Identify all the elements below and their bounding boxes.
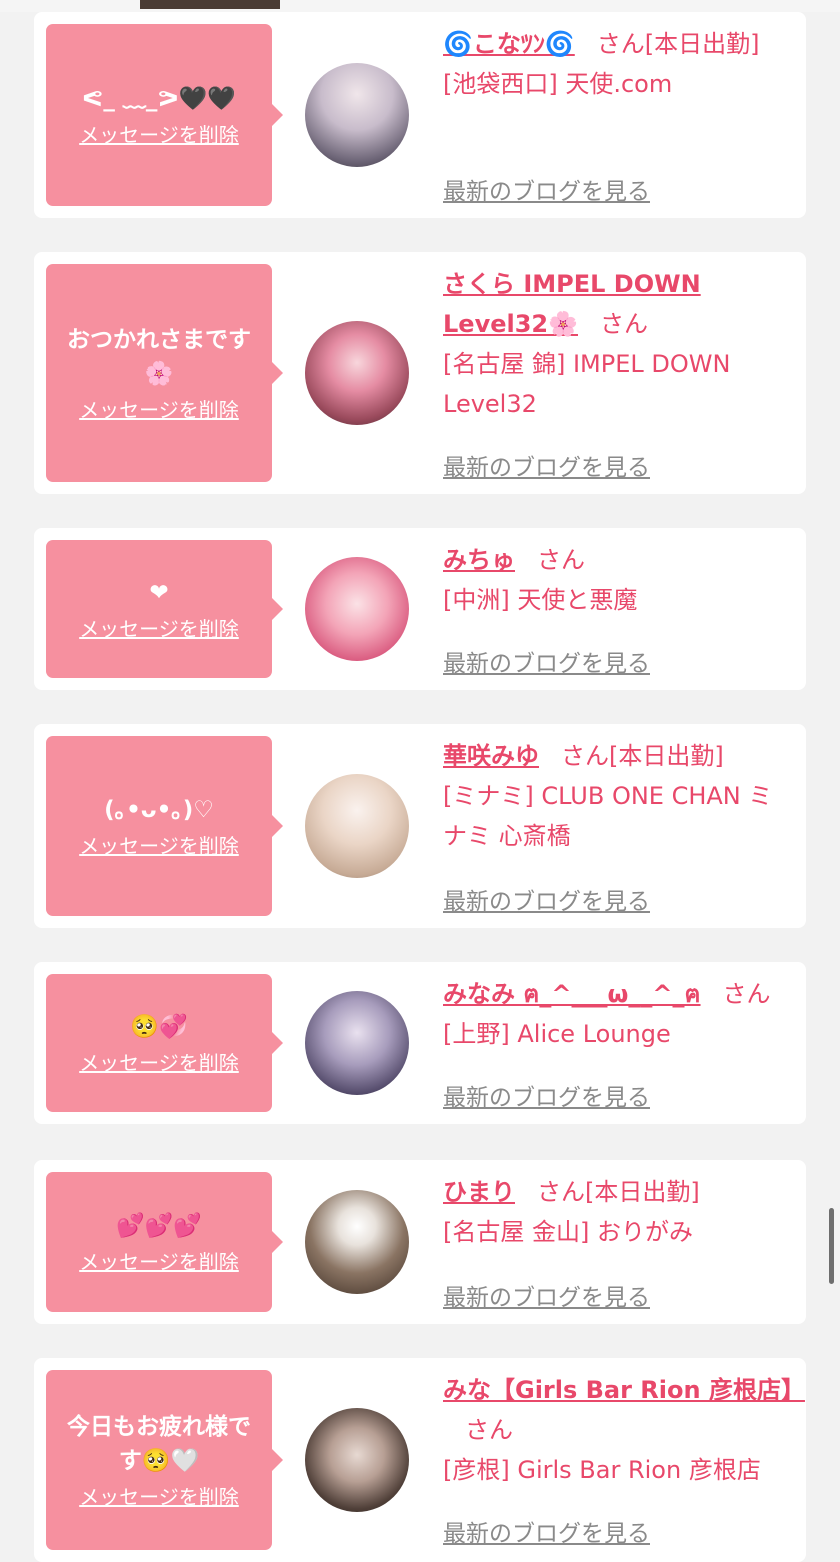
avatar[interactable] xyxy=(305,1408,409,1512)
message-text: (｡•ᴗ•｡)♡ xyxy=(104,797,214,823)
latest-blog-link[interactable]: 最新のブログを見る xyxy=(443,1278,650,1312)
delete-message-link[interactable]: メッセージを削除 xyxy=(79,616,239,642)
delete-message-link[interactable]: メッセージを削除 xyxy=(79,397,239,423)
cast-name-link[interactable]: ひまり xyxy=(443,1178,515,1206)
shop-label: [中洲] 天使と悪魔 xyxy=(443,586,638,614)
message-text: 今日もお疲れ様です🥺🤍 xyxy=(67,1414,251,1474)
cast-info: みな【Girls Bar Rion 彦根店】さん [彦根] Girls Bar … xyxy=(443,1370,805,1490)
cast-info: さくら IMPEL DOWN Level32🌸 さん [名古屋 錦] IMPEL … xyxy=(443,264,793,424)
cast-name-link[interactable]: 🌀こなﾂﾝ🌀 xyxy=(443,30,575,58)
shop-label: [彦根] Girls Bar Rion 彦根店 xyxy=(443,1456,761,1484)
honorific: さん xyxy=(537,546,585,574)
honorific: さん xyxy=(596,30,645,58)
delete-message-link[interactable]: メッセージを削除 xyxy=(79,122,239,148)
shop-label: [池袋西口] 天使.com xyxy=(443,70,673,98)
message-card: 💕💕💕 メッセージを削除 ひまり さん[本日出勤] [名古屋 金山] おりがみ 最… xyxy=(34,1160,806,1324)
cast-name-link[interactable]: みちゅ xyxy=(443,546,515,574)
latest-blog-link[interactable]: 最新のブログを見る xyxy=(443,448,650,482)
latest-blog-link[interactable]: 最新のブログを見る xyxy=(443,1514,650,1548)
message-text: ᕙ_ ﹏_ᕗ🖤🖤 xyxy=(82,86,236,112)
avatar[interactable] xyxy=(305,991,409,1095)
shop-label: [名古屋 錦] IMPEL DOWN Level32 xyxy=(443,350,731,418)
cast-info: 🌀こなﾂﾝ🌀 さん[本日出勤] [池袋西口] 天使.com xyxy=(443,24,793,104)
message-bubble: (｡•ᴗ•｡)♡ メッセージを削除 xyxy=(46,736,283,916)
message-text: ❤ xyxy=(149,580,169,606)
cast-name-link[interactable]: 華咲みゆ xyxy=(443,742,539,770)
message-card: 今日もお疲れ様です🥺🤍 メッセージを削除 みな【Girls Bar Rion 彦… xyxy=(34,1358,806,1562)
message-text: おつかれさまです🌸 xyxy=(67,327,251,387)
avatar[interactable] xyxy=(305,557,409,661)
message-bubble: ❤ メッセージを削除 xyxy=(46,540,283,678)
cast-info: みちゅ さん [中洲] 天使と悪魔 xyxy=(443,540,793,620)
latest-blog-link[interactable]: 最新のブログを見る xyxy=(443,1078,650,1112)
message-text: 💕💕💕 xyxy=(116,1213,202,1239)
shop-label: [上野] Alice Lounge xyxy=(443,1020,671,1048)
avatar[interactable] xyxy=(305,774,409,878)
message-bubble: おつかれさまです🌸 メッセージを削除 xyxy=(46,264,283,482)
cast-name-link[interactable]: さくら IMPEL DOWN Level32🌸 xyxy=(443,270,701,338)
cast-info: ひまり さん[本日出勤] [名古屋 金山] おりがみ xyxy=(443,1172,793,1252)
message-card: おつかれさまです🌸 メッセージを削除 さくら IMPEL DOWN Level3… xyxy=(34,252,806,494)
top-tab-indicator xyxy=(140,0,280,9)
honorific: さん xyxy=(561,742,609,770)
message-bubble: 今日もお疲れ様です🥺🤍 メッセージを削除 xyxy=(46,1370,283,1550)
cast-name-link[interactable]: みな【Girls Bar Rion 彦根店】 xyxy=(443,1376,805,1404)
latest-blog-link[interactable]: 最新のブログを見る xyxy=(443,644,650,678)
shop-label: [名古屋 金山] おりがみ xyxy=(443,1218,693,1246)
latest-blog-link[interactable]: 最新のブログを見る xyxy=(443,882,650,916)
message-card: 🥺💞 メッセージを削除 みなみ ฅ_^___ω__^_ฅ さん [上野] Alic… xyxy=(34,962,806,1124)
top-bar xyxy=(0,0,840,12)
message-card: (｡•ᴗ•｡)♡ メッセージを削除 華咲みゆ さん[本日出勤] [ミナミ] CLU… xyxy=(34,724,806,928)
delete-message-link[interactable]: メッセージを削除 xyxy=(79,1484,239,1510)
cast-name-link[interactable]: みなみ ฅ_^___ω__^_ฅ xyxy=(443,980,701,1008)
honorific: さん xyxy=(722,980,771,1008)
latest-blog-link[interactable]: 最新のブログを見る xyxy=(443,172,650,206)
honorific: さん xyxy=(465,1416,513,1444)
honorific: さん xyxy=(600,310,648,338)
message-card: ❤ メッセージを削除 みちゅ さん [中洲] 天使と悪魔 最新のブログを見る xyxy=(34,528,806,690)
avatar[interactable] xyxy=(305,63,409,167)
delete-message-link[interactable]: メッセージを削除 xyxy=(79,833,239,859)
shop-label: [ミナミ] CLUB ONE CHAN ミナミ 心斎橋 xyxy=(443,782,773,850)
delete-message-link[interactable]: メッセージを削除 xyxy=(79,1249,239,1275)
message-card: ᕙ_ ﹏_ᕗ🖤🖤 メッセージを削除 🌀こなﾂﾝ🌀 さん[本日出勤] [池袋西口] … xyxy=(34,12,806,218)
cast-info: 華咲みゆ さん[本日出勤] [ミナミ] CLUB ONE CHAN ミナミ 心斎橋 xyxy=(443,736,793,856)
message-bubble: ᕙ_ ﹏_ᕗ🖤🖤 メッセージを削除 xyxy=(46,24,283,206)
status-label: [本日出勤] xyxy=(585,1178,700,1206)
status-label: [本日出勤] xyxy=(644,30,760,58)
message-bubble: 🥺💞 メッセージを削除 xyxy=(46,974,283,1112)
cast-info: みなみ ฅ_^___ω__^_ฅ さん [上野] Alice Lounge xyxy=(443,974,793,1054)
avatar[interactable] xyxy=(305,1190,409,1294)
honorific: さん xyxy=(537,1178,585,1206)
message-text: 🥺💞 xyxy=(130,1014,188,1040)
message-bubble: 💕💕💕 メッセージを削除 xyxy=(46,1172,283,1312)
delete-message-link[interactable]: メッセージを削除 xyxy=(79,1050,239,1076)
scrollbar[interactable] xyxy=(829,1208,834,1284)
avatar[interactable] xyxy=(305,321,409,425)
status-label: [本日出勤] xyxy=(609,742,724,770)
